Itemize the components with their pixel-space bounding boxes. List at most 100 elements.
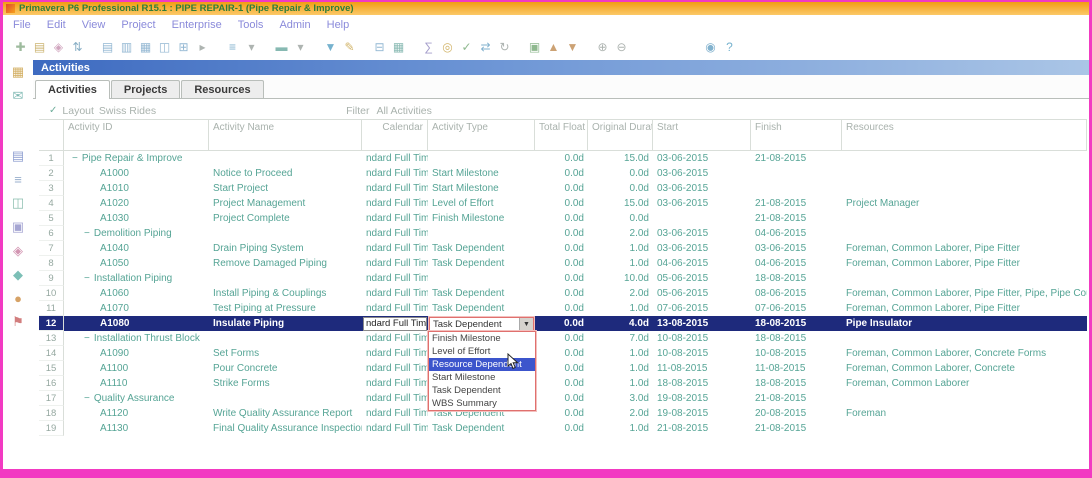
split-view-icon[interactable]: ◫ bbox=[155, 40, 174, 54]
cell-resources[interactable] bbox=[842, 151, 1087, 166]
cell-activity-id[interactable]: A1080 bbox=[64, 316, 209, 331]
cell-resources[interactable]: Pipe Insulator bbox=[842, 316, 1087, 331]
cell-activity-id[interactable]: A1110 bbox=[64, 376, 209, 391]
cell-resources[interactable]: Foreman, Common Laborer bbox=[842, 376, 1087, 391]
cell-resources[interactable]: Foreman, Common Laborer, Pipe Fitter bbox=[842, 256, 1087, 271]
cell-start[interactable] bbox=[653, 211, 751, 226]
cell-original-duration[interactable]: 7.0d bbox=[588, 331, 653, 346]
cell-activity-type[interactable] bbox=[428, 271, 535, 286]
cell-original-duration[interactable]: 1.0d bbox=[588, 361, 653, 376]
cell-finish[interactable]: 21-08-2015 bbox=[751, 421, 842, 436]
cell-activity-id[interactable]: −Pipe Repair & Improve bbox=[64, 151, 209, 166]
layout-options-bar[interactable]: ✓ Layout Swiss Rides Filter All Activiti… bbox=[39, 102, 1087, 119]
cell-total-float[interactable]: 0.0d bbox=[535, 196, 588, 211]
cell-start[interactable]: 19-08-2015 bbox=[653, 406, 751, 421]
cell-start[interactable]: 21-08-2015 bbox=[653, 421, 751, 436]
level-resources-icon[interactable]: ▲ bbox=[544, 40, 563, 54]
row-number[interactable]: 9 bbox=[39, 271, 64, 286]
cell-activity-type[interactable]: Start Milestone bbox=[428, 181, 535, 196]
activity-row[interactable]: 5A1030Project Completendard Full TimeFin… bbox=[39, 211, 1087, 226]
col-header-activity-id[interactable]: Activity ID bbox=[64, 120, 209, 150]
cell-resources[interactable] bbox=[842, 391, 1087, 406]
cell-activity-name[interactable] bbox=[209, 391, 362, 406]
cell-calendar[interactable]: ndard Full Time bbox=[362, 151, 428, 166]
layout-icon[interactable]: ▤ bbox=[30, 40, 49, 54]
paste-icon[interactable]: ▥ bbox=[117, 40, 136, 54]
menu-admin[interactable]: Admin bbox=[279, 19, 310, 31]
cell-finish[interactable]: 18-08-2015 bbox=[751, 331, 842, 346]
cell-activity-id[interactable]: A1090 bbox=[64, 346, 209, 361]
wbs-row[interactable]: 13−Installation Thrust Blockndard Full T… bbox=[39, 331, 1087, 346]
cell-finish[interactable]: 07-06-2015 bbox=[751, 301, 842, 316]
col-header-activity-type[interactable]: Activity Type bbox=[428, 120, 535, 150]
cell-activity-type[interactable]: Task Dependent bbox=[428, 301, 535, 316]
cell-calendar[interactable]: ndard Full Time bbox=[362, 406, 428, 421]
cell-activity-name[interactable]: Drain Piping System bbox=[209, 241, 362, 256]
menu-file[interactable]: File bbox=[13, 19, 31, 31]
cell-calendar[interactable]: ndard Full Time bbox=[362, 166, 428, 181]
row-number[interactable]: 17 bbox=[39, 391, 64, 406]
cell-resources[interactable] bbox=[842, 166, 1087, 181]
cell-start[interactable]: 18-08-2015 bbox=[653, 376, 751, 391]
cell-finish[interactable]: 08-06-2015 bbox=[751, 286, 842, 301]
collapse-icon[interactable]: − bbox=[72, 151, 78, 166]
cell-total-float[interactable]: 0.0d bbox=[535, 256, 588, 271]
row-number[interactable]: 1 bbox=[39, 151, 64, 166]
cell-original-duration[interactable]: 10.0d bbox=[588, 271, 653, 286]
cell-resources[interactable] bbox=[842, 421, 1087, 436]
row-number[interactable]: 6 bbox=[39, 226, 64, 241]
cell-finish[interactable]: 18-08-2015 bbox=[751, 376, 842, 391]
cell-start[interactable]: 10-08-2015 bbox=[653, 346, 751, 361]
copy-picture-icon[interactable]: ▤ bbox=[98, 40, 117, 54]
dropdown-item-finish-milestone[interactable]: Finish Milestone bbox=[429, 332, 535, 345]
row-number[interactable]: 7 bbox=[39, 241, 64, 256]
cell-activity-name[interactable]: Test Piping at Pressure bbox=[209, 301, 362, 316]
activity-row[interactable]: 2A1000Notice to Proceedndard Full TimeSt… bbox=[39, 166, 1087, 181]
cell-calendar[interactable]: ndard Full Time bbox=[362, 241, 428, 256]
filter-name[interactable]: All Activities bbox=[376, 105, 431, 117]
cell-finish[interactable]: 18-08-2015 bbox=[751, 271, 842, 286]
cell-activity-type[interactable]: Task Dependent bbox=[428, 241, 535, 256]
cell-activity-type[interactable]: Finish Milestone bbox=[428, 211, 535, 226]
refresh-icon[interactable]: ↻ bbox=[495, 40, 514, 54]
cell-resources[interactable] bbox=[842, 271, 1087, 286]
cell-activity-name[interactable]: Notice to Proceed bbox=[209, 166, 362, 181]
cell-activity-type[interactable]: Task Dependent▼ bbox=[428, 316, 535, 331]
wbs-row[interactable]: 9−Installation Pipingndard Full Time0.0d… bbox=[39, 271, 1087, 286]
cell-activity-id[interactable]: A1030 bbox=[64, 211, 209, 226]
cell-total-float[interactable]: 0.0d bbox=[535, 301, 588, 316]
add-column-icon[interactable]: ⊞ bbox=[174, 40, 193, 54]
cell-activity-type[interactable]: Start Milestone bbox=[428, 166, 535, 181]
dropdown-button-icon[interactable]: ▼ bbox=[519, 318, 533, 331]
cell-start[interactable]: 05-06-2015 bbox=[653, 271, 751, 286]
cell-activity-id[interactable]: A1040 bbox=[64, 241, 209, 256]
col-header-activity-name[interactable]: Activity Name bbox=[209, 120, 362, 150]
col-header-original-duration[interactable]: Original Duration bbox=[588, 120, 653, 150]
cell-original-duration[interactable]: 2.0d bbox=[588, 286, 653, 301]
cell-total-float[interactable]: 0.0d bbox=[535, 406, 588, 421]
tab-activities[interactable]: Activities bbox=[35, 80, 110, 99]
cell-activity-id[interactable]: A1010 bbox=[64, 181, 209, 196]
cell-finish[interactable]: 03-06-2015 bbox=[751, 241, 842, 256]
cell-calendar[interactable]: ndard Full Time bbox=[362, 196, 428, 211]
cell-calendar[interactable]: ndard Full Time bbox=[362, 346, 428, 361]
relationships-icon[interactable]: ⇄ bbox=[476, 40, 495, 54]
help-icon[interactable]: ? bbox=[720, 40, 739, 54]
cell-activity-id[interactable]: −Demolition Piping bbox=[64, 226, 209, 241]
zoom-in-icon[interactable]: ⊕ bbox=[593, 40, 612, 54]
wbs-row[interactable]: 6−Demolition Pipingndard Full Time0.0d2.… bbox=[39, 226, 1087, 241]
row-number[interactable]: 3 bbox=[39, 181, 64, 196]
cell-resources[interactable] bbox=[842, 331, 1087, 346]
summarize-icon[interactable]: ∑ bbox=[419, 40, 438, 54]
cell-total-float[interactable]: 0.0d bbox=[535, 331, 588, 346]
mailbox-icon[interactable]: ✉ bbox=[13, 88, 24, 104]
cell-start[interactable]: 03-06-2015 bbox=[653, 196, 751, 211]
cell-original-duration[interactable]: 4.0d bbox=[588, 316, 653, 331]
row-number[interactable]: 10 bbox=[39, 286, 64, 301]
apply-actuals-icon[interactable]: ✓ bbox=[457, 40, 476, 54]
pin-icon[interactable]: ◈ bbox=[49, 40, 68, 54]
discussion-icon[interactable]: ◉ bbox=[701, 40, 720, 54]
cell-original-duration[interactable]: 15.0d bbox=[588, 196, 653, 211]
cell-calendar[interactable]: ndard Full Time bbox=[362, 286, 428, 301]
cell-calendar[interactable]: ndard Full Time bbox=[362, 391, 428, 406]
